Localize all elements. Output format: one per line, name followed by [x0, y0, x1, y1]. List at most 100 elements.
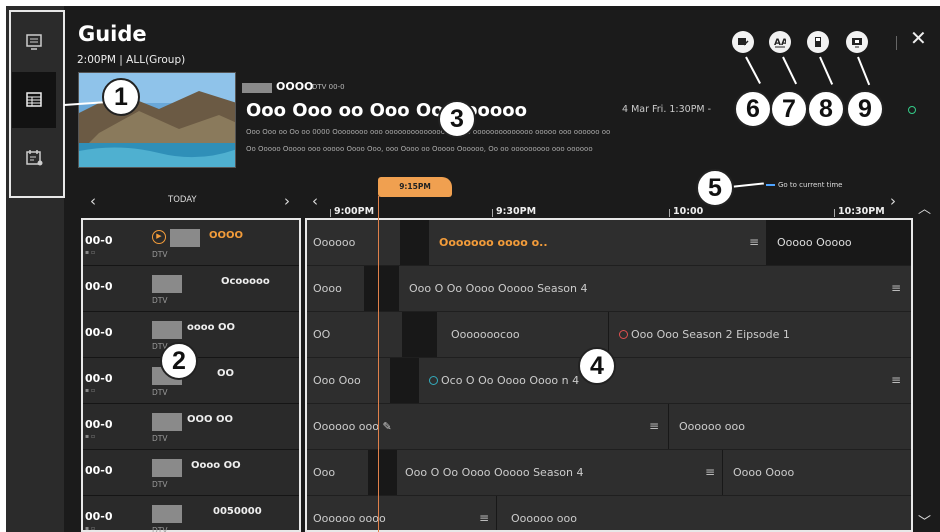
program-title: Oooooo ooo — [313, 420, 379, 433]
menu-icon[interactable]: ≡ — [749, 220, 759, 265]
edit-record-icon — [738, 38, 749, 46]
program-cell[interactable]: Oooooo ooo — [669, 404, 911, 449]
channel-number: 00-0 — [85, 280, 113, 293]
callout-leader — [819, 56, 834, 85]
program-cell[interactable]: Oooo Oooo — [723, 450, 911, 495]
go-to-current-time-link[interactable]: Go to current time — [766, 181, 842, 189]
sidebar-item-schedule[interactable] — [12, 130, 56, 186]
program-gap — [401, 220, 429, 265]
menu-icon[interactable]: ≡ — [891, 358, 901, 403]
time-tick — [834, 209, 835, 217]
callout-leader — [857, 56, 871, 86]
next-time-arrow-icon[interactable]: › — [890, 192, 896, 210]
scroll-up-chevron-icon[interactable]: ︿ — [918, 198, 931, 217]
program-cell[interactable]: Ooo — [307, 450, 369, 495]
next-day-arrow-icon[interactable]: › — [284, 192, 290, 210]
callout-6: 6 — [734, 90, 772, 128]
watch-button[interactable] — [846, 31, 868, 53]
page-title: Guide — [78, 22, 147, 46]
channel-type: DTV — [152, 480, 168, 489]
callout-leader — [745, 56, 761, 84]
program-cell[interactable]: Ooo Ooo Season 2 Eipsode 1 — [609, 312, 911, 357]
sidebar-item-guide[interactable] — [12, 72, 56, 128]
prev-day-arrow-icon[interactable]: ‹ — [90, 192, 96, 210]
filter-button[interactable] — [807, 31, 829, 53]
channel-logo — [170, 229, 200, 247]
channel-row[interactable]: 00-0 ▪ ▫ ▶ OOOO DTV — [83, 220, 299, 266]
channel-name: OOOO — [209, 230, 244, 241]
menu-icon[interactable]: ≡ — [891, 266, 901, 311]
callout-8: 8 — [807, 90, 845, 128]
channel-type: DTV — [152, 388, 168, 397]
channel-type: DTV — [152, 434, 168, 443]
tv-list-icon — [26, 34, 42, 50]
program-cell[interactable]: Ooooooocoo — [437, 312, 609, 357]
guide-screen: Guide 2:00PM | ALL(Group) OOOO DTV 00-0 … — [6, 6, 940, 532]
lock-icon: ▪ ▫ — [85, 525, 96, 532]
reminder-icon — [908, 106, 916, 114]
program-description-line1: Ooo Ooo oo Oo oo 0000 Oooooooo ooo ooooo… — [246, 128, 611, 136]
channel-row[interactable]: 00-0 Ocooooo DTV — [83, 266, 299, 312]
channel-type: DTV — [152, 296, 168, 305]
channel-name: OOO OO — [187, 414, 233, 425]
menu-icon[interactable]: ≡ — [649, 404, 659, 449]
channel-type: DTV — [152, 250, 168, 259]
text-size-button[interactable]: AA — [769, 31, 791, 53]
monitor-icon — [852, 38, 862, 48]
schedule-icon — [26, 150, 43, 166]
lock-icon: ▪ ▫ — [85, 387, 96, 394]
channel-row[interactable]: 00-0 ▪ ▫ 0050000 DTV — [83, 496, 299, 532]
scroll-down-chevron-icon[interactable]: ﹀ — [918, 511, 931, 530]
program-cell[interactable]: Oooooo ooo — [497, 496, 911, 530]
header-divider — [896, 36, 897, 50]
program-cell[interactable]: Oooo — [307, 266, 365, 311]
callout-3: 3 — [438, 100, 476, 138]
program-cell[interactable]: Ooooo Ooooo — [767, 220, 911, 265]
current-time-tag: 9:15PM — [378, 177, 452, 197]
menu-icon[interactable]: ≡ — [479, 496, 489, 530]
program-cell[interactable]: Oooooo oooo — [307, 496, 497, 530]
channel-logo — [152, 505, 182, 523]
close-button[interactable]: ✕ — [910, 26, 927, 50]
reminder-icon — [429, 376, 438, 385]
sidebar-item-channel-list[interactable] — [12, 14, 56, 70]
day-label: TODAY — [168, 195, 197, 205]
callout-1: 1 — [102, 78, 140, 116]
channel-name: Oooo OO — [191, 460, 241, 471]
channel-number: 00-0 — [85, 510, 113, 523]
callout-7: 7 — [770, 90, 808, 128]
program-cell[interactable]: Oco O Oo Oooo Oooo n 4 — [419, 358, 911, 403]
program-gap — [391, 358, 419, 403]
now-playing-icon: ▶ — [152, 230, 166, 244]
program-cell[interactable]: Ooo O Oo Oooo Ooooo Season 4 — [397, 450, 723, 495]
channel-row[interactable]: 00-0 Oooo OO DTV — [83, 450, 299, 496]
channel-logo — [152, 459, 182, 477]
prev-time-arrow-icon[interactable]: ‹ — [312, 192, 318, 210]
program-title: Oco O Oo Oooo Oooo n 4 — [441, 374, 580, 387]
callout-5: 5 — [696, 169, 734, 207]
page-subtitle: 2:00PM | ALL(Group) — [77, 54, 186, 66]
channel-row[interactable]: 00-0 ▪ ▫ OOO OO DTV — [83, 404, 299, 450]
sidebar — [6, 6, 65, 532]
record-schedule-button[interactable] — [732, 31, 754, 53]
program-cell-selected[interactable]: Ooooooo oooo o.. — [429, 220, 767, 265]
channel-logo — [152, 321, 182, 339]
edit-record-icon: ✎ — [382, 420, 392, 433]
callout-leader — [782, 56, 798, 85]
program-cell[interactable]: Ooo O Oo Oooo Ooooo Season 4 — [399, 266, 911, 311]
current-time-line — [378, 196, 379, 532]
menu-icon[interactable]: ≡ — [705, 450, 715, 495]
channel-number: 00-0 — [85, 418, 113, 431]
program-cell[interactable]: OO — [307, 312, 403, 357]
program-cell[interactable]: Oooooo ooo ✎ — [307, 404, 669, 449]
text-size-icon: AA — [774, 38, 786, 48]
guide-grid-icon — [26, 92, 42, 107]
channel-name: 0050000 — [213, 506, 262, 517]
callout-9: 9 — [846, 90, 884, 128]
remote-icon — [815, 37, 821, 47]
program-cell[interactable]: Oooooo — [307, 220, 401, 265]
program-gap — [365, 266, 399, 311]
channel-logo — [152, 275, 182, 293]
callout-4: 4 — [578, 347, 616, 385]
program-thumbnail — [78, 72, 236, 168]
